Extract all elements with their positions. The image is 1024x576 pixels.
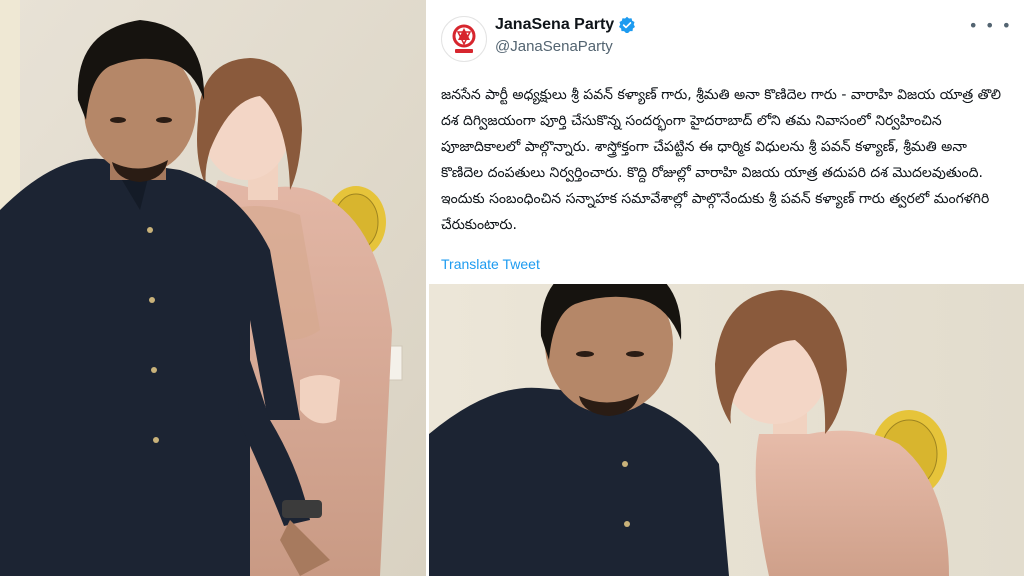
tweet-card: JanaSena Party @JanaSenaParty • • • జనసే… (429, 0, 1024, 282)
janasena-logo-icon (452, 24, 476, 53)
photo-couple-full (0, 0, 426, 576)
translate-tweet-link[interactable]: Translate Tweet (441, 256, 540, 272)
photo-left (0, 0, 426, 576)
account-handle[interactable]: @JanaSenaParty (495, 38, 613, 55)
account-display-name[interactable]: JanaSena Party (495, 16, 614, 34)
photo-couple-closeup (429, 284, 1024, 576)
photo-right (429, 284, 1024, 576)
janasena-logo-avatar[interactable] (441, 16, 487, 62)
verified-badge-icon (618, 16, 636, 34)
tweet-text: జనసేన పార్టీ అధ్యక్షులు శ్రీ పవన్ కళ్యాణ… (441, 87, 1002, 233)
more-horizontal-icon[interactable]: • • • (969, 16, 1012, 35)
